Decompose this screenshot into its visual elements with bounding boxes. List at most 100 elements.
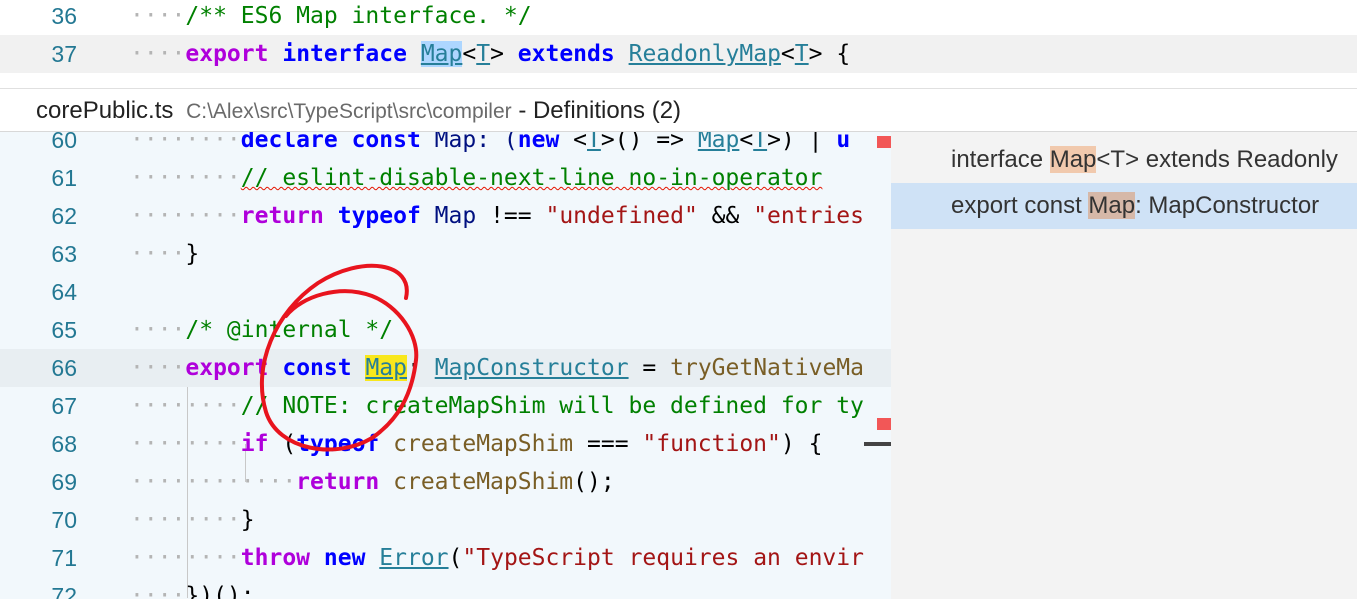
line-number: 69: [51, 469, 77, 495]
code-token: new: [517, 132, 560, 153]
code-token: ····: [130, 355, 186, 381]
code-token: throw: [240, 545, 311, 571]
code-line[interactable]: 69 ············return createMapShim();: [0, 463, 891, 501]
code-line[interactable]: 70 ········}: [0, 501, 891, 539]
reference-text: export const: [951, 192, 1089, 219]
code-token: "undefined": [545, 203, 698, 229]
code-token: Map: [697, 132, 740, 153]
code-token: ····: [130, 317, 186, 343]
line-number: 60: [51, 132, 77, 153]
code-token: /** ES6 Map interface. */: [185, 3, 532, 29]
code-token: })();: [185, 583, 255, 599]
line-number: 63: [51, 241, 77, 267]
code-token: const: [351, 132, 421, 153]
line-number: 62: [51, 203, 77, 229]
peek-title: - Definitions (2): [518, 97, 682, 124]
code-token: ····: [130, 241, 186, 267]
code-line[interactable]: 37 ····export interface Map<T> extends Re…: [0, 35, 1357, 73]
code-line[interactable]: 71 ········throw new Error("TypeScript re…: [0, 539, 891, 577]
code-token: Map: (: [420, 132, 518, 153]
line-number: 72: [51, 583, 77, 599]
code-token: ();: [573, 469, 615, 495]
code-line[interactable]: 36 ····/** ES6 Map interface. */: [0, 0, 1357, 35]
code-token: <: [559, 132, 588, 153]
line-number: 70: [51, 507, 77, 533]
code-token: ········: [130, 393, 241, 419]
code-text[interactable]: ····export interface Map<T> extends Read…: [130, 35, 850, 73]
code-line[interactable]: 66 ····export const Map: MapConstructor =…: [0, 349, 891, 387]
code-text[interactable]: ············return createMapShim();: [130, 463, 615, 501]
code-text[interactable]: ····})();: [130, 577, 255, 599]
code-token: ············: [130, 469, 297, 495]
code-token: tryGetNativeMa: [670, 355, 864, 381]
line-number: 64: [51, 279, 77, 305]
code-token: return: [240, 203, 324, 229]
code-text[interactable]: ········// eslint-disable-next-line no-i…: [130, 159, 822, 197]
code-line[interactable]: 68 ········if (typeof createMapShim === "…: [0, 425, 891, 463]
line-number: 37: [51, 41, 77, 67]
code-text[interactable]: ····/** ES6 Map interface. */: [130, 0, 532, 35]
code-text[interactable]: ········}: [130, 501, 255, 539]
code-token: return: [296, 469, 380, 495]
code-line[interactable]: 61 ········// eslint-disable-next-line no…: [0, 159, 891, 197]
code-token: Error: [379, 545, 449, 571]
code-token: :: [407, 355, 435, 381]
reference-text: <T> extends Readonly: [1096, 146, 1338, 173]
peek-editor[interactable]: 60 ········declare const Map: (new <T>() …: [0, 132, 891, 599]
code-line[interactable]: 63 ····}: [0, 235, 891, 273]
code-text[interactable]: ····export const Map: MapConstructor = t…: [130, 349, 864, 387]
code-token: T: [476, 41, 491, 67]
reference-match: Map: [1088, 192, 1136, 219]
code-line[interactable]: 72 ····})();: [0, 577, 891, 599]
line-number: 36: [51, 3, 77, 29]
code-token: >) |: [767, 132, 837, 153]
code-text[interactable]: ········// NOTE: createMapShim will be d…: [130, 387, 864, 425]
code-token: u: [836, 132, 851, 153]
code-text[interactable]: ········if (typeof createMapShim === "fu…: [130, 425, 822, 463]
code-token: ····: [130, 583, 186, 599]
line-number: 65: [51, 317, 77, 343]
code-token: /* @internal */: [185, 317, 394, 343]
code-line[interactable]: 65 ····/* @internal */: [0, 311, 891, 349]
code-token: extends: [517, 41, 615, 67]
line-number: 66: [51, 355, 77, 381]
code-line[interactable]: 67 ········// NOTE: createMapShim will be…: [0, 387, 891, 425]
reference-item[interactable]: interface Map<T> extends Readonly: [891, 137, 1357, 183]
code-text[interactable]: ········return typeof Map !== "undefined…: [130, 197, 864, 235]
code-token: ) {: [780, 431, 823, 457]
line-number: 71: [51, 545, 77, 571]
code-token: ········: [130, 545, 241, 571]
code-token: T: [753, 132, 768, 153]
code-token: Map: [365, 355, 407, 381]
references-list[interactable]: interface Map<T> extends Readonly export …: [891, 132, 1357, 599]
peek-file-name[interactable]: corePublic.ts: [36, 97, 173, 124]
code-line[interactable]: 62 ········return typeof Map !== "undefin…: [0, 197, 891, 235]
code-line[interactable]: 64: [0, 273, 891, 311]
code-token: T: [794, 41, 809, 67]
code-text[interactable]: ········throw new Error("TypeScript requ…: [130, 539, 864, 577]
code-token: ········: [130, 165, 241, 191]
code-token: typeof: [337, 203, 421, 229]
code-token: (: [268, 431, 297, 457]
code-token: const: [282, 355, 352, 381]
code-text[interactable]: ····}: [130, 235, 199, 273]
code-token: }: [240, 507, 255, 533]
code-token: <: [739, 132, 754, 153]
code-text[interactable]: ····/* @internal */: [130, 311, 393, 349]
code-token: Map: [420, 41, 463, 67]
code-token: ····: [130, 41, 186, 67]
code-line[interactable]: 60 ········declare const Map: (new <T>() …: [0, 132, 891, 159]
code-token: =: [628, 355, 671, 381]
reference-item[interactable]: export const Map: MapConstructor: [891, 183, 1357, 229]
code-text[interactable]: ········declare const Map: (new <T>() =>…: [130, 132, 850, 159]
code-token: Map: [420, 203, 491, 229]
code-token: <: [780, 41, 795, 67]
